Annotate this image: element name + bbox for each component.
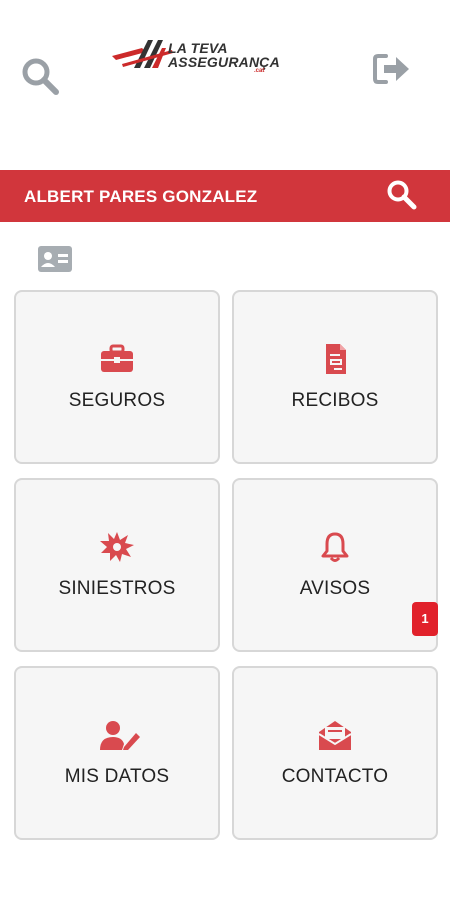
tile-label: MIS DATOS [64,766,170,787]
top-header: LA TEVA ASSEGURANÇA .cat [0,0,450,170]
user-name: ALBERT PARES GONZALEZ [24,187,258,206]
logout-icon[interactable] [372,52,412,86]
tile-recibos[interactable]: RECIBOS [232,290,438,464]
receipt-icon [318,344,352,374]
user-edit-icon [100,720,140,750]
tile-label: SEGUROS [68,390,166,411]
tile-contacto[interactable]: CONTACTO [232,666,438,840]
tile-label: CONTACTO [281,766,389,787]
notification-badge: 1 [412,602,438,636]
briefcase-icon [100,344,134,374]
id-card-icon[interactable] [38,246,72,272]
envelope-open-icon [318,720,352,750]
tile-label: RECIBOS [291,390,379,411]
bell-icon [318,532,352,562]
tile-siniestros[interactable]: SINIESTROS [14,478,220,652]
tile-label: SINIESTROS [58,578,176,599]
tile-seguros[interactable]: SEGUROS [14,290,220,464]
logo: LA TEVA ASSEGURANÇA .cat [112,38,280,78]
user-name-bar: ALBERT PARES GONZALEZ [0,170,450,222]
search-icon[interactable] [20,56,62,98]
user-search-icon[interactable] [386,179,418,211]
tile-avisos[interactable]: AVISOS [232,478,438,652]
logo-mark [112,40,173,68]
tile-label: AVISOS [299,578,371,599]
burst-icon [100,532,134,562]
tile-mis-datos[interactable]: MIS DATOS [14,666,220,840]
logo-text-line3: .cat [254,68,265,74]
